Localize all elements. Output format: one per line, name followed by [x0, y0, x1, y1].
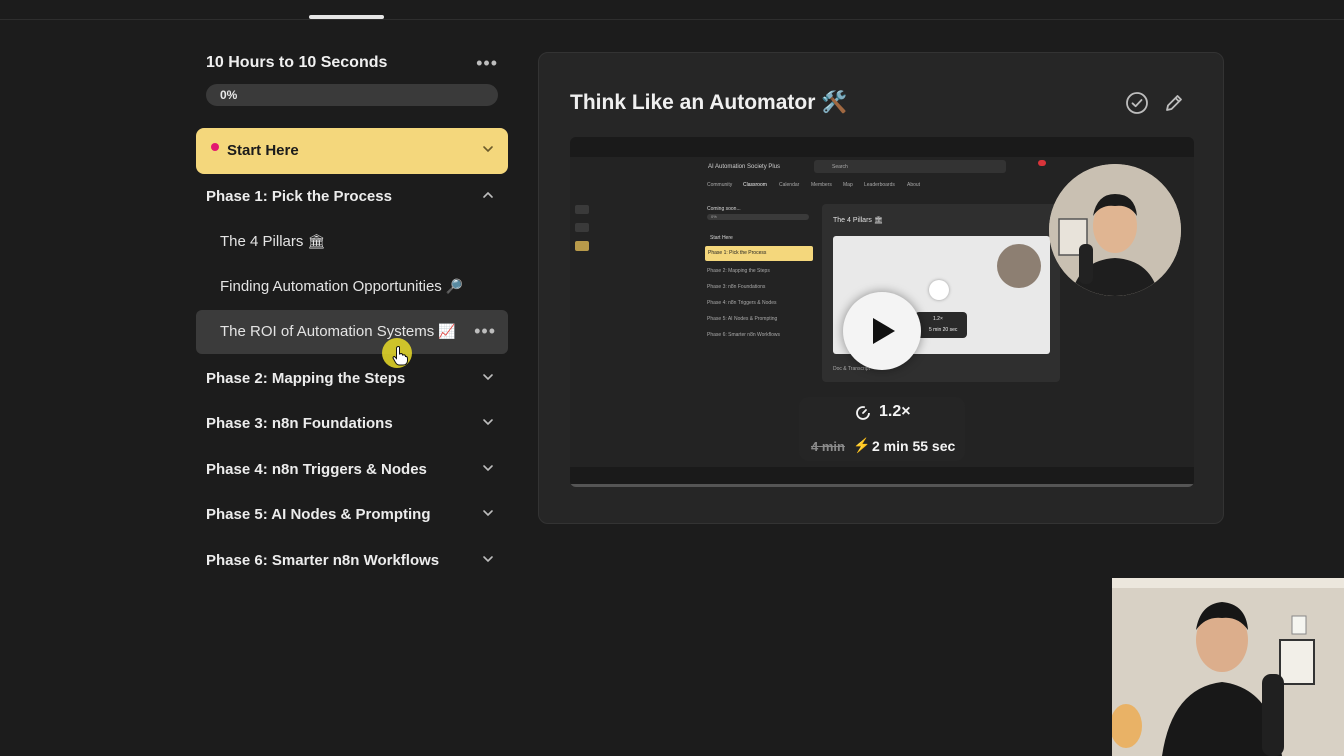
- lesson-label: The 4 Pillars: [220, 233, 304, 250]
- notification-badge: [1038, 160, 1046, 166]
- original-duration: 4 min: [811, 439, 845, 454]
- lesson-options-icon[interactable]: •••: [474, 322, 496, 340]
- magnifier-emoji-icon: 🔎: [445, 278, 464, 294]
- chevron-down-icon: [482, 416, 494, 428]
- screen-sidebar-item: Phase 6: Smarter n8n Workflows: [707, 332, 780, 338]
- presenter-webcam: [1112, 578, 1344, 756]
- screen-nav-item: Leaderboards: [864, 182, 895, 188]
- screen-nav-item: Classroom: [743, 182, 767, 188]
- course-title: 10 Hours to 10 Seconds: [206, 54, 388, 71]
- screen-sidebar-item: Phase 5: AI Nodes & Prompting: [707, 316, 778, 322]
- module-label: Phase 4: n8n Triggers & Nodes: [206, 461, 427, 478]
- lesson-label: The ROI of Automation Systems: [220, 323, 435, 340]
- chevron-up-icon: [482, 189, 494, 201]
- module-label: Phase 5: AI Nodes & Prompting: [206, 506, 431, 523]
- new-indicator-dot: [211, 143, 219, 151]
- community-icon: [575, 223, 589, 232]
- top-tab-bar: [0, 0, 1344, 20]
- module-phase-3[interactable]: Phase 3: n8n Foundations: [196, 401, 508, 446]
- screen-sidebar-item: Phase 3: n8n Foundations: [707, 284, 766, 290]
- presenter-webcam-bubble: [1049, 164, 1181, 296]
- chart-emoji-icon: 📈: [438, 323, 456, 339]
- screen-progress: 0%: [707, 214, 809, 220]
- course-progress-bar: 0%: [206, 84, 498, 106]
- module-phase-5[interactable]: Phase 5: AI Nodes & Prompting: [196, 492, 508, 537]
- lesson-item[interactable]: Finding Automation Opportunities 🔎: [196, 265, 508, 309]
- lightning-bolt-icon: ⚡: [853, 437, 871, 453]
- module-label: Phase 1: Pick the Process: [206, 188, 392, 205]
- community-icon: [575, 205, 589, 214]
- screen-sidebar-active: Phase 1: Pick the Process: [705, 246, 813, 261]
- screen-sidebar-item: Phase 2: Mapping the Steps: [707, 268, 770, 274]
- chevron-down-icon: [482, 462, 494, 474]
- screen-webcam-bubble: [997, 244, 1041, 288]
- screen-app-name: AI Automation Society Plus: [708, 164, 781, 170]
- module-phase-2[interactable]: Phase 2: Mapping the Steps: [196, 356, 508, 401]
- pencil-icon[interactable]: [1162, 91, 1186, 115]
- hand-pointer-icon: [392, 346, 408, 371]
- module-start-here[interactable]: Start Here: [196, 128, 508, 174]
- progress-label: 0%: [220, 88, 238, 102]
- module-phase-6[interactable]: Phase 6: Smarter n8n Workflows: [196, 538, 508, 583]
- lesson-panel: Think Like an Automator 🛠️ AI Automation…: [538, 52, 1224, 524]
- screen-sidebar-item: Phase 1: Pick the Process: [708, 250, 767, 256]
- screen-nav-item: About: [907, 182, 921, 188]
- video-player[interactable]: AI Automation Society Plus Search Commun…: [570, 137, 1194, 487]
- chevron-down-icon: [482, 507, 494, 519]
- bank-emoji-icon: 🏛: [307, 233, 326, 249]
- module-label: Phase 6: Smarter n8n Workflows: [206, 552, 440, 569]
- community-icon: [575, 241, 589, 251]
- lesson-label: Finding Automation Opportunities: [220, 278, 442, 295]
- chevron-down-icon: [482, 143, 494, 155]
- screen-play-icon: [929, 280, 949, 300]
- screen-progress-label: 0%: [711, 214, 717, 219]
- module-phase-4[interactable]: Phase 4: n8n Triggers & Nodes: [196, 447, 508, 492]
- lesson-item-active[interactable]: The ROI of Automation Systems 📈 •••: [196, 310, 508, 354]
- accelerated-duration: 2 min 55 sec: [872, 438, 956, 454]
- chevron-down-icon: [482, 553, 494, 565]
- screen-sidebar-item: Phase 4: n8n Triggers & Nodes: [707, 300, 777, 306]
- screen-nav-item: Community: [707, 182, 733, 188]
- screen-speed: 1.2×: [933, 316, 943, 322]
- video-frame: AI Automation Society Plus Search Commun…: [570, 157, 1194, 467]
- course-header: 10 Hours to 10 Seconds •••: [196, 48, 508, 80]
- screen-nav-item: Map: [843, 182, 853, 188]
- check-circle-icon[interactable]: [1125, 91, 1149, 115]
- screen-sidebar-item: Start Here: [710, 235, 733, 241]
- course-sidebar: 10 Hours to 10 Seconds ••• 0% Start Here…: [196, 48, 508, 569]
- lesson-title: Think Like an Automator 🛠️: [570, 91, 848, 114]
- screen-nav-item: Calendar: [779, 182, 800, 188]
- screen-duration: 5 min 20 sec: [929, 327, 958, 333]
- chevron-down-icon: [482, 371, 494, 383]
- lesson-item[interactable]: The 4 Pillars 🏛: [196, 220, 508, 264]
- screen-search-placeholder: Search: [832, 164, 848, 170]
- screen-doc-link: Doc & Transcript: [833, 366, 870, 372]
- playback-speed: 1.2×: [879, 403, 911, 420]
- play-icon[interactable]: [843, 292, 921, 370]
- screen-lesson-title: The 4 Pillars 🏛: [833, 217, 883, 224]
- speedometer-icon: [855, 405, 871, 426]
- playback-speed-overlay: 1.2× 4 min ⚡ 2 min 55 sec: [799, 397, 965, 461]
- module-label: Start Here: [227, 142, 299, 159]
- video-scrub-bar[interactable]: [570, 484, 1194, 487]
- active-tab-indicator: [309, 15, 384, 19]
- module-phase-1[interactable]: Phase 1: Pick the Process: [196, 174, 508, 219]
- screen-course-title: Coming soon...: [707, 206, 741, 212]
- screen-speed-pill: 1.2× 5 min 20 sec: [915, 312, 967, 338]
- module-label: Phase 3: n8n Foundations: [206, 415, 393, 432]
- screen-nav-item: Members: [811, 182, 832, 188]
- module-label: Phase 2: Mapping the Steps: [206, 370, 406, 387]
- screen-search-bar: Search: [814, 160, 1006, 173]
- course-options-icon[interactable]: •••: [476, 54, 498, 72]
- screen-app-rail: [570, 197, 600, 287]
